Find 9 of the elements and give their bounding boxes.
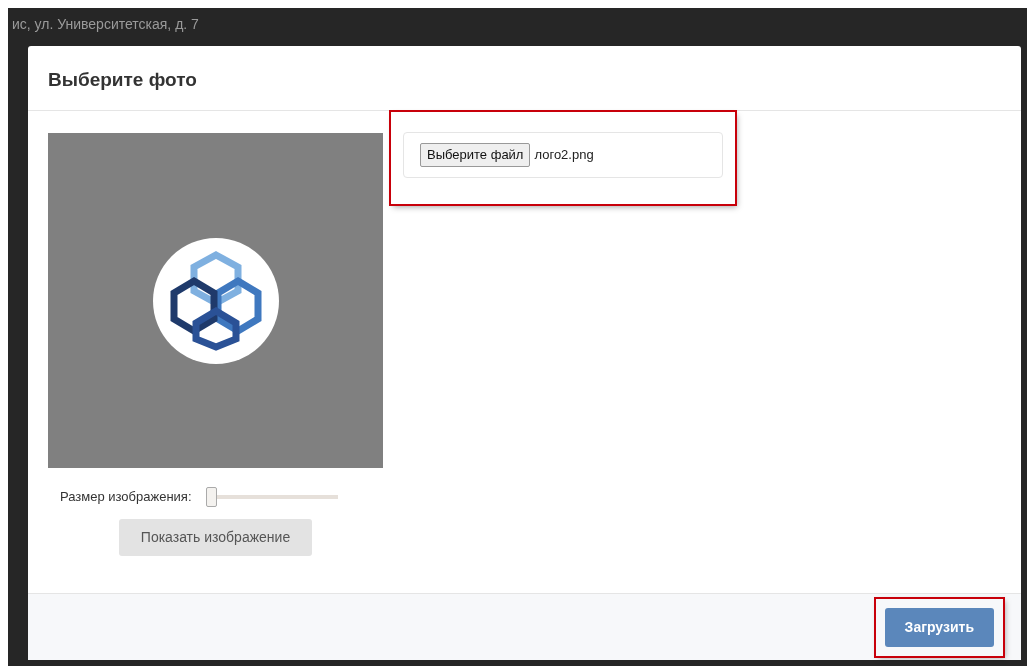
upload-button[interactable]: Загрузить xyxy=(884,607,994,647)
slider-thumb[interactable] xyxy=(205,487,217,507)
choose-file-button[interactable]: Выберите файл xyxy=(420,143,531,167)
file-input-field[interactable]: Выберите файл лого2.png xyxy=(403,132,723,178)
background-text: ис, ул. Университетская, д. 7 xyxy=(11,15,199,34)
modal-title: Выберите фото xyxy=(48,68,197,92)
file-name: лого2.png xyxy=(534,146,594,164)
slider-label: Размер изображения: xyxy=(60,488,192,507)
show-image-button[interactable]: Показать изображение xyxy=(118,519,313,556)
